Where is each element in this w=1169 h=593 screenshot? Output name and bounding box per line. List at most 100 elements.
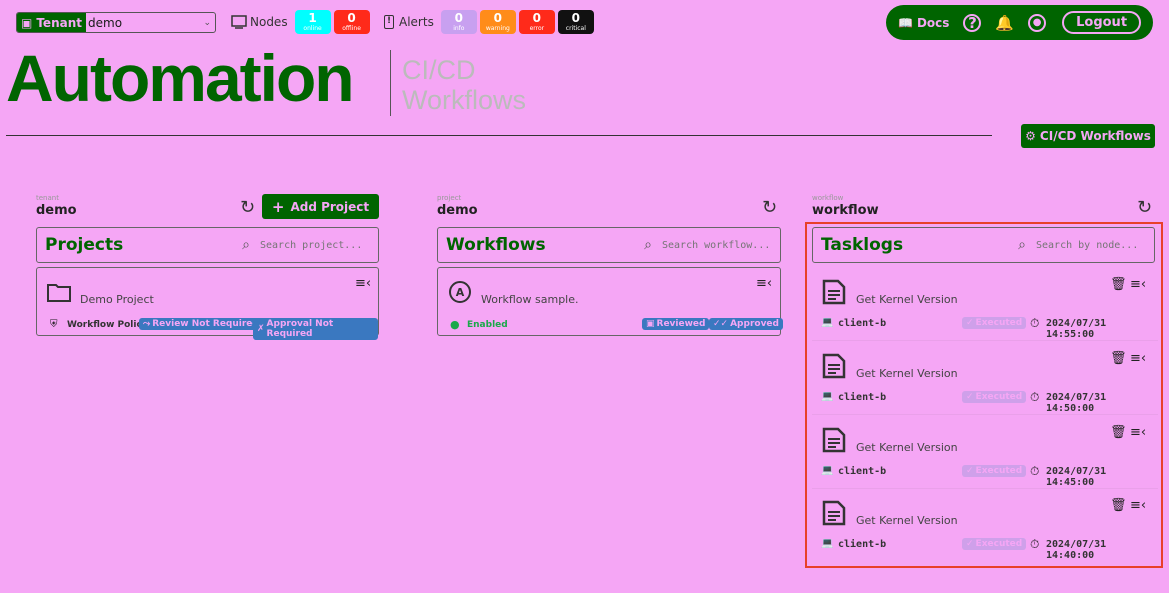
search-icon: ⌕ [644,237,652,253]
tenant-label: ▣ Tenant [17,13,86,32]
workflows-title: Workflows [446,235,546,255]
executed-status-label: Executed [975,466,1023,476]
alerts-info-badge[interactable]: 0 info [440,10,477,34]
review-not-required-tag: ⤳ Review Not Required [139,318,263,330]
page-title: Automation [6,41,355,115]
project-card[interactable]: Demo Project ≡‹ ⛨ Workflow Policy ⤳ Revie… [36,267,379,340]
approval-tag-label: Approval Not Required [266,319,334,339]
search-icon: ⌕ [1018,237,1026,253]
nodes-online-badge[interactable]: 1 online [294,10,331,34]
tasklogs-panel-header: Tasklogs ⌕ [812,227,1155,263]
menu-collapse-icon[interactable]: ≡‹ [1130,425,1146,440]
trash-icon[interactable]: 🗑 [1110,277,1127,292]
projects-context-value: demo [36,203,77,218]
cicd-workflows-label: CI/CD Workflows [1039,129,1151,143]
timer-icon: ⏱ [1030,390,1040,404]
title-divider [390,50,391,116]
menu-collapse-icon[interactable]: ≡‹ [756,276,772,291]
tasklog-item[interactable]: Get Kernel Version 🗑 ≡‹ 💻 client-b ✓ Exec… [812,269,1158,341]
chevron-down-icon: ⌄ [203,17,211,28]
workflows-panel-header: Workflows ⌕ [437,227,781,263]
alerts-info-count: 0 [454,11,463,25]
alerts-warning-badge[interactable]: 0 warning [479,10,516,34]
alerts-warning-count: 0 [493,11,502,25]
nodes-label: Nodes [250,15,288,29]
bell-icon[interactable]: 🔔 [995,14,1014,32]
menu-collapse-icon[interactable]: ≡‹ [355,276,371,291]
tasklogs-refresh-icon[interactable]: ↻ [1137,197,1152,218]
review-icon: ⤳ [143,319,151,329]
laptop-icon: 💻 [821,465,834,476]
subtitle-line1: CI/CD [402,55,476,85]
menu-collapse-icon[interactable]: ≡‹ [1130,351,1146,366]
document-icon [822,427,846,453]
review-tag-label: Review Not Required [152,319,259,329]
alerts-group: ! Alerts 0 info 0 warning 0 error 0 crit… [384,10,594,34]
trash-icon[interactable]: 🗑 [1110,351,1127,366]
alerts-critical-badge[interactable]: 0 critical [557,10,594,34]
tasklog-item[interactable]: Get Kernel Version 🗑 ≡‹ 💻 client-b ✓ Exec… [812,490,1158,562]
timer-icon: ⏱ [1030,464,1040,478]
nodes-offline-label: offline [342,25,361,32]
workflow-name: Workflow sample. [481,293,579,306]
svg-text:A: A [456,286,465,299]
add-project-button[interactable]: + Add Project [262,194,379,219]
workflows-refresh-icon[interactable]: ↻ [762,197,777,218]
help-icon[interactable]: ? [963,13,982,32]
executed-status-tag: ✓ Executed [962,465,1027,477]
tasklog-name: Get Kernel Version [856,367,958,380]
docs-button[interactable]: 📖 Docs [898,16,949,30]
workflows-context-value: demo [437,203,478,218]
tasklog-item[interactable]: Get Kernel Version 🗑 ≡‹ 💻 client-b ✓ Exec… [812,417,1158,489]
executed-status-label: Executed [975,539,1023,549]
timer-icon: ⏱ [1030,316,1040,330]
alerts-label: Alerts [399,15,434,29]
nodes-offline-badge[interactable]: 0 offline [333,10,370,34]
tenant-select[interactable]: ▣ Tenant demo ⌄ [16,12,216,33]
check-circle-icon: ✓ [966,318,974,328]
document-icon [822,500,846,526]
tasklog-node: client-b [838,539,887,550]
review-icon: ▣ [646,319,655,329]
laptop-icon: 💻 [821,391,834,402]
projects-panel-header: Projects ⌕ [36,227,379,263]
check-circle-icon: ✓ [966,539,974,549]
tasklogs-search-input[interactable] [1036,239,1146,251]
tasklog-name: Get Kernel Version [856,441,958,454]
menu-collapse-icon[interactable]: ≡‹ [1130,498,1146,513]
menu-collapse-icon[interactable]: ≡‹ [1130,277,1146,292]
alerts-info-label: info [453,25,465,32]
executed-status-tag: ✓ Executed [962,317,1027,329]
workflow-card[interactable]: A Workflow sample. ≡‹ ● Enabled ▣ Reviewe… [437,267,783,336]
tasklog-time: 2024/07/31 14:40:00 [1046,539,1107,561]
projects-context-label: tenant [36,194,59,202]
projects-refresh-icon[interactable]: ↻ [240,197,255,218]
tenant-icon: ▣ [21,15,33,30]
plus-icon: + [271,197,285,216]
add-project-label: Add Project [290,199,370,214]
tasklog-node: client-b [838,466,887,477]
nodes-online-count: 1 [308,11,317,25]
cicd-workflows-button[interactable]: ⚙ CI/CD Workflows [1021,124,1155,148]
workflows-search-input[interactable] [662,239,772,251]
shield-icon: ⛨ [50,319,58,330]
alerts-error-label: error [529,25,545,32]
projects-search-input[interactable] [260,239,370,251]
laptop-icon: 💻 [821,538,834,549]
trash-icon[interactable]: 🗑 [1110,425,1127,440]
user-icon[interactable]: ● [1028,13,1047,32]
logout-button[interactable]: Logout [1062,11,1142,34]
check-circle-icon: ● [450,318,460,331]
nodes-group: Nodes 1 online 0 offline [231,10,370,34]
tasklog-name: Get Kernel Version [856,293,958,306]
alerts-critical-label: critical [565,25,586,32]
trash-icon[interactable]: 🗑 [1110,498,1127,513]
tasklog-item[interactable]: Get Kernel Version 🗑 ≡‹ 💻 client-b ✓ Exec… [812,343,1158,415]
workflow-icon: A [449,281,471,303]
tasklog-time: 2024/07/31 14:45:00 [1046,466,1107,488]
approval-not-required-tag: ✗ Approval Not Required [253,318,378,340]
user-toolbar: 📖 Docs ? 🔔 ● Logout [886,5,1153,40]
projects-title: Projects [45,235,124,255]
tasklog-name: Get Kernel Version [856,514,958,527]
alerts-error-badge[interactable]: 0 error [518,10,555,34]
